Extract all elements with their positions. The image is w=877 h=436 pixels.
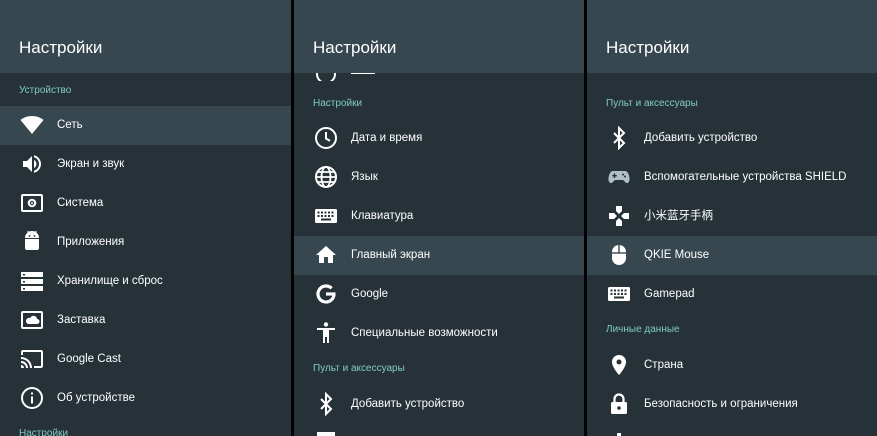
menu-item-accessibility[interactable]: Специальные возможности (294, 314, 584, 353)
menu-item-label: Google (351, 288, 389, 300)
bluetooth-icon (607, 126, 631, 150)
info-icon (20, 386, 44, 410)
menu-item-label: QKIE Mouse (644, 249, 710, 261)
partial-item-icon (616, 73, 624, 81)
screensaver-icon (20, 308, 44, 332)
home-icon (314, 243, 338, 267)
menu-item-screensaver[interactable]: Заставка (0, 301, 291, 340)
panel-header: Настройки (294, 0, 584, 73)
section-header-settings: Настройки (313, 98, 363, 109)
partial-item-icon (314, 432, 338, 436)
storage-icon (20, 269, 44, 293)
shield-controller-icon (607, 165, 631, 189)
menu-item-security[interactable]: Безопасность и ограничения (587, 385, 877, 424)
panel-header: Настройки (0, 0, 291, 73)
page-title: Настройки (313, 38, 397, 57)
menu-item-label: Вспомогательные устройства SHIELD (644, 171, 847, 183)
cast-icon (20, 347, 44, 371)
menu-item-label: Клавиатура (351, 210, 414, 222)
settings-panel-accessories: Настройки Пульт и аксессуары Добавить ус… (587, 0, 877, 436)
accessibility-icon (314, 321, 338, 345)
menu-item-country[interactable]: Страна (587, 346, 877, 385)
menu-item-date-time[interactable]: Дата и время (294, 119, 584, 158)
keyboard-icon (607, 282, 631, 306)
menu-item-label: Язык (351, 171, 378, 183)
menu-item-google[interactable]: Google (294, 275, 584, 314)
globe-icon (314, 165, 338, 189)
page-title: Настройки (606, 38, 690, 57)
menu-item-label: Gamepad (644, 288, 695, 300)
lock-icon (607, 392, 631, 416)
menu-item-about[interactable]: Об устройстве (0, 379, 291, 418)
menu-item-label: Приложения (57, 236, 125, 248)
settings-panel-device: Настройки Устройство Сеть Экран и звук С… (0, 0, 291, 436)
menu-item-add-device[interactable]: Добавить устройство (294, 385, 584, 424)
section-header-device: Устройство (19, 85, 72, 96)
menu-item-label: Дата и время (351, 132, 423, 144)
menu-item-label: Google Cast (57, 353, 121, 365)
menu-item-network[interactable]: Сеть (0, 106, 291, 145)
menu-item-label: Экран и звук (57, 158, 125, 170)
menu-item-label: Об устройстве (57, 392, 135, 404)
menu-item-label: Заставка (57, 314, 106, 326)
menu-item-label: Система (57, 197, 104, 209)
gamepad-dpad-icon (607, 204, 631, 228)
section-header-remotes: Пульт и аксессуары (313, 363, 405, 374)
android-icon (20, 230, 44, 254)
location-pin-icon (607, 353, 631, 377)
menu-item-label: Хранилище и сброс (57, 275, 163, 287)
menu-item-label: Специальные возможности (351, 327, 498, 339)
menu-item-display-sound[interactable]: Экран и звук (0, 145, 291, 184)
menu-item-gamepad[interactable]: Gamepad (587, 275, 877, 314)
menu-item-qkie-mouse[interactable]: QKIE Mouse (587, 236, 877, 275)
menu-item-label: 小米蓝牙手柄 (644, 210, 713, 222)
section-header-settings: Настройки (19, 428, 69, 436)
mouse-icon (607, 243, 631, 267)
menu-item-language[interactable]: Язык (294, 158, 584, 197)
page-title: Настройки (19, 38, 103, 57)
menu-item-label: Главный экран (351, 249, 431, 261)
menu-item-label: Сеть (57, 119, 83, 131)
bluetooth-icon (314, 392, 338, 416)
wifi-icon (20, 113, 44, 137)
volume-icon (20, 152, 44, 176)
menu-item-add-device[interactable]: Добавить устройство (587, 119, 877, 158)
partial-item-label-fragment (351, 73, 381, 81)
keyboard-icon (314, 204, 338, 228)
menu-item-label: Безопасность и ограничения (644, 398, 798, 410)
menu-item-system[interactable]: Система (0, 184, 291, 223)
settings-panel-preferences: Настройки Настройки Дата и время Язык Кл… (294, 0, 584, 436)
clock-icon (314, 126, 338, 150)
menu-item-label: Страна (644, 359, 684, 371)
partial-item-icon (314, 73, 338, 81)
menu-item-apps[interactable]: Приложения (0, 223, 291, 262)
section-header-personal: Личные данные (606, 324, 680, 335)
panel-header: Настройки (587, 0, 877, 73)
google-icon (314, 282, 338, 306)
menu-item-home-screen[interactable]: Главный экран (294, 236, 584, 275)
menu-item-label: Добавить устройство (351, 398, 465, 410)
menu-item-label: Добавить устройство (644, 132, 758, 144)
menu-item-keyboard[interactable]: Клавиатура (294, 197, 584, 236)
menu-item-google-cast[interactable]: Google Cast (0, 340, 291, 379)
section-header-remotes: Пульт и аксессуары (606, 98, 698, 109)
menu-item-storage-reset[interactable]: Хранилище и сброс (0, 262, 291, 301)
system-settings-icon (20, 191, 44, 215)
menu-item-shield-accessories[interactable]: Вспомогательные устройства SHIELD (587, 158, 877, 197)
settings-screen: Настройки Устройство Сеть Экран и звук С… (0, 0, 877, 436)
menu-item-xiaomi-gamepad[interactable]: 小米蓝牙手柄 (587, 197, 877, 236)
